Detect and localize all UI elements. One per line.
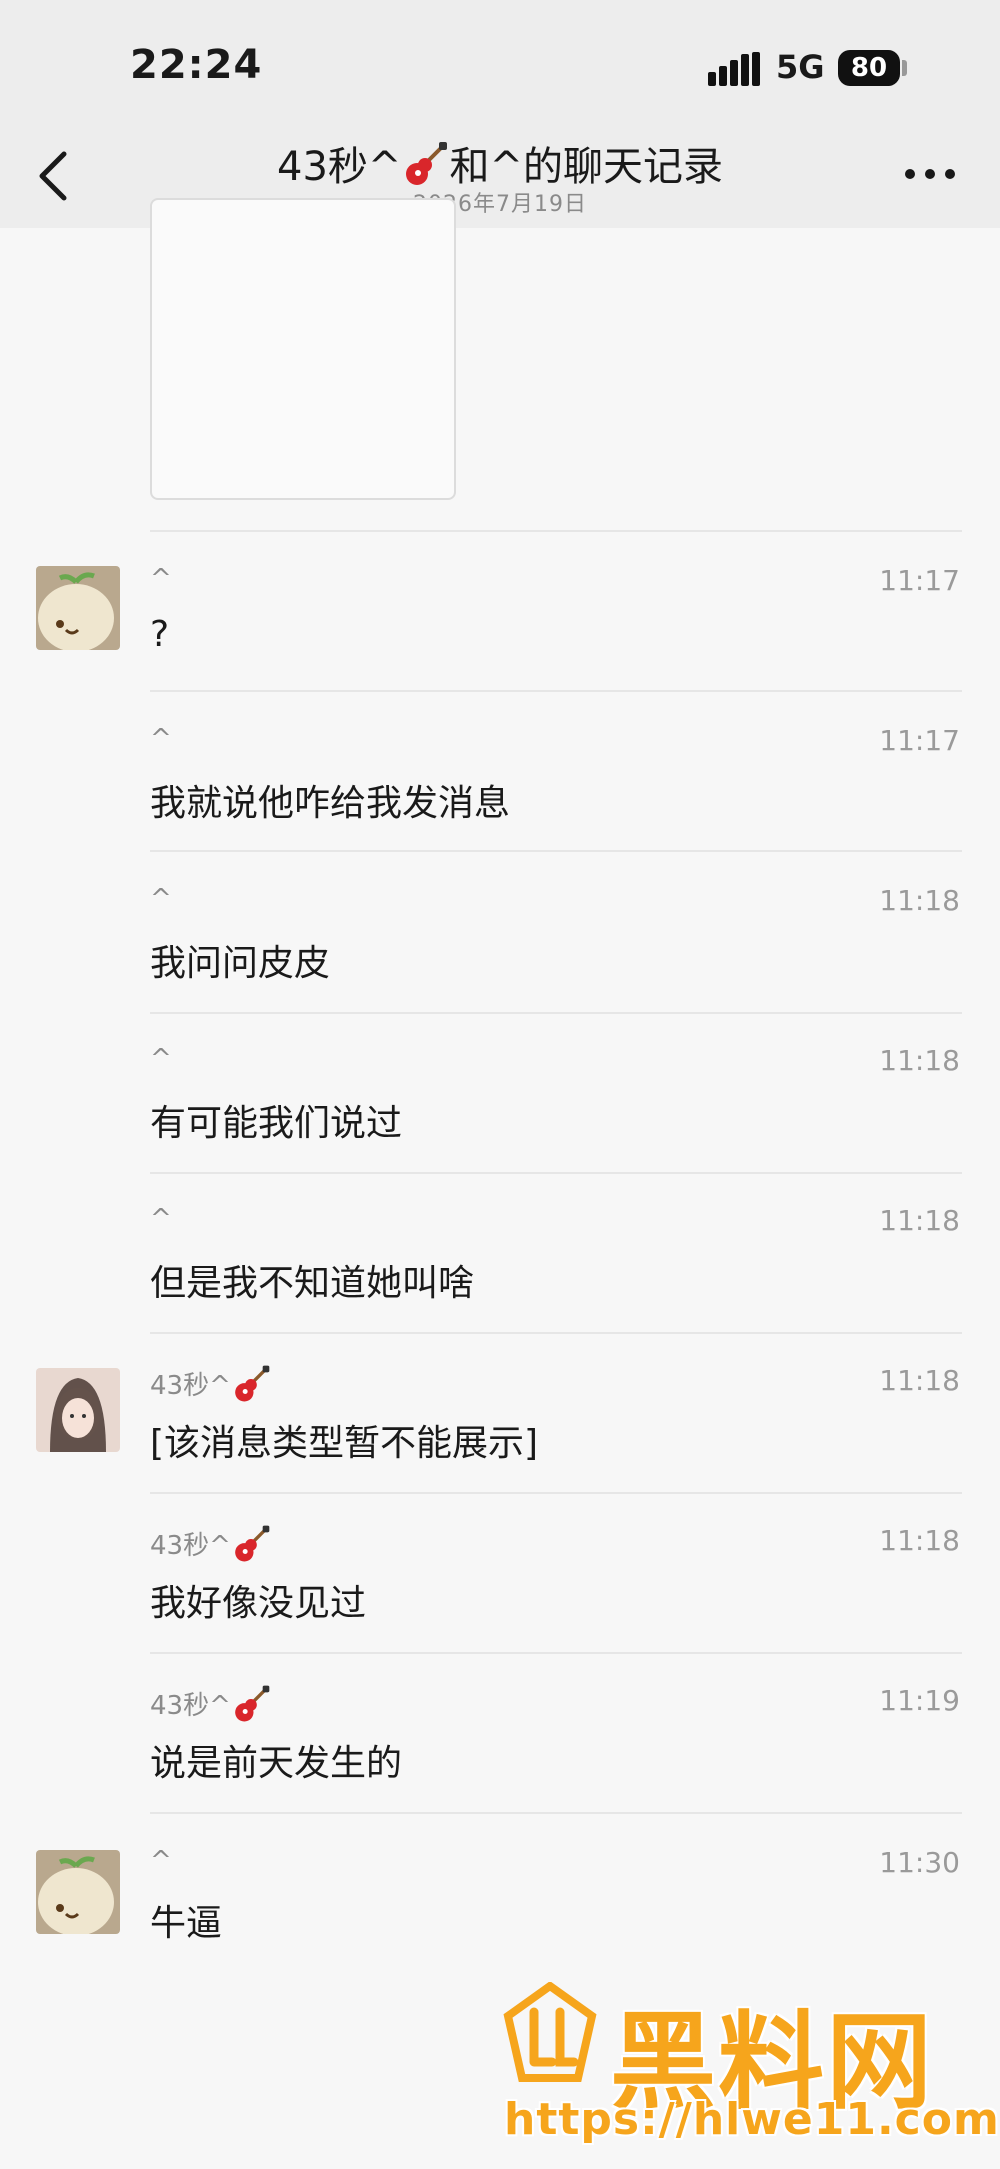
guitar-emoji-icon [406, 142, 448, 185]
message-divider [150, 690, 962, 692]
title-part-2: 和^的聊天记录 [449, 144, 723, 190]
guitar-emoji-icon [235, 1525, 270, 1562]
message-time: 11:17 [879, 724, 960, 757]
network-type: 5G [776, 48, 825, 86]
watermark: 黑料网 https://hlwe11.com [500, 1976, 999, 2146]
avatar-caret[interactable] [36, 566, 120, 650]
message-time: 11:19 [879, 1684, 960, 1717]
message-text[interactable]: 但是我不知道她叫啥 [150, 1254, 474, 1306]
message-sender: ^ [150, 724, 172, 754]
message-time: 11:18 [879, 1364, 960, 1397]
message-text[interactable]: 牛逼 [150, 1894, 222, 1946]
message-time: 11:18 [879, 1204, 960, 1237]
message-divider [150, 1012, 962, 1014]
message-text[interactable]: 有可能我们说过 [150, 1094, 402, 1146]
watermark-logo-icon [503, 1982, 597, 2082]
title-part-1: 43秒^ [277, 144, 402, 190]
message-divider [150, 530, 962, 532]
guitar-emoji-icon [235, 1685, 270, 1722]
message-divider [150, 1492, 962, 1494]
avatar-caret[interactable] [36, 1850, 120, 1934]
sender-name: 43秒^ [150, 1371, 231, 1401]
message-text[interactable]: ? [150, 614, 169, 655]
message-sender: ^ [150, 1204, 172, 1234]
page-title: 43秒^ 和^的聊天记录 [200, 134, 800, 192]
avatar-image [36, 566, 120, 650]
message-sender: ^ [150, 884, 172, 914]
chat-history-header: 22:24 5G 80 43秒^ 和^的聊天记录 2026年7月19日 [0, 0, 1000, 228]
message-text[interactable]: 我问问皮皮 [150, 934, 330, 986]
back-arrow-icon[interactable] [34, 148, 74, 204]
avatar-43miao[interactable] [36, 1368, 120, 1452]
message-text[interactable]: [该消息类型暂不能展示] [150, 1414, 538, 1466]
message-text[interactable]: 说是前天发生的 [150, 1734, 402, 1786]
message-sender: ^ [150, 564, 172, 594]
message-sender: 43秒^ [150, 1524, 271, 1564]
status-time: 22:24 [130, 42, 263, 88]
message-time: 11:18 [879, 884, 960, 917]
message-sender: 43秒^ [150, 1364, 271, 1404]
battery-icon: 80 [838, 50, 900, 86]
battery-tip [902, 60, 907, 76]
message-divider [150, 1652, 962, 1654]
avatar-image [36, 1368, 120, 1452]
message-time: 11:17 [879, 564, 960, 597]
sender-name: 43秒^ [150, 1691, 231, 1721]
signal-icon [708, 52, 760, 86]
message-text[interactable]: 我好像没见过 [150, 1574, 366, 1626]
sender-name: 43秒^ [150, 1531, 231, 1561]
message-text[interactable]: 我就说他咋给我发消息 [150, 774, 510, 826]
message-sender: ^ [150, 1846, 172, 1876]
watermark-url: https://hlwe11.com [504, 2094, 1000, 2145]
message-time: 11:18 [879, 1524, 960, 1557]
avatar-image [36, 1850, 120, 1934]
more-dots-icon[interactable] [904, 162, 956, 186]
message-time: 11:18 [879, 1044, 960, 1077]
message-time: 11:30 [879, 1846, 960, 1879]
message-divider [150, 1172, 962, 1174]
message-divider [150, 1332, 962, 1334]
message-sender: 43秒^ [150, 1684, 271, 1724]
guitar-emoji-icon [235, 1365, 270, 1402]
message-divider [150, 850, 962, 852]
image-message-thumbnail[interactable] [150, 198, 456, 500]
message-sender: ^ [150, 1044, 172, 1074]
message-divider [150, 1812, 962, 1814]
